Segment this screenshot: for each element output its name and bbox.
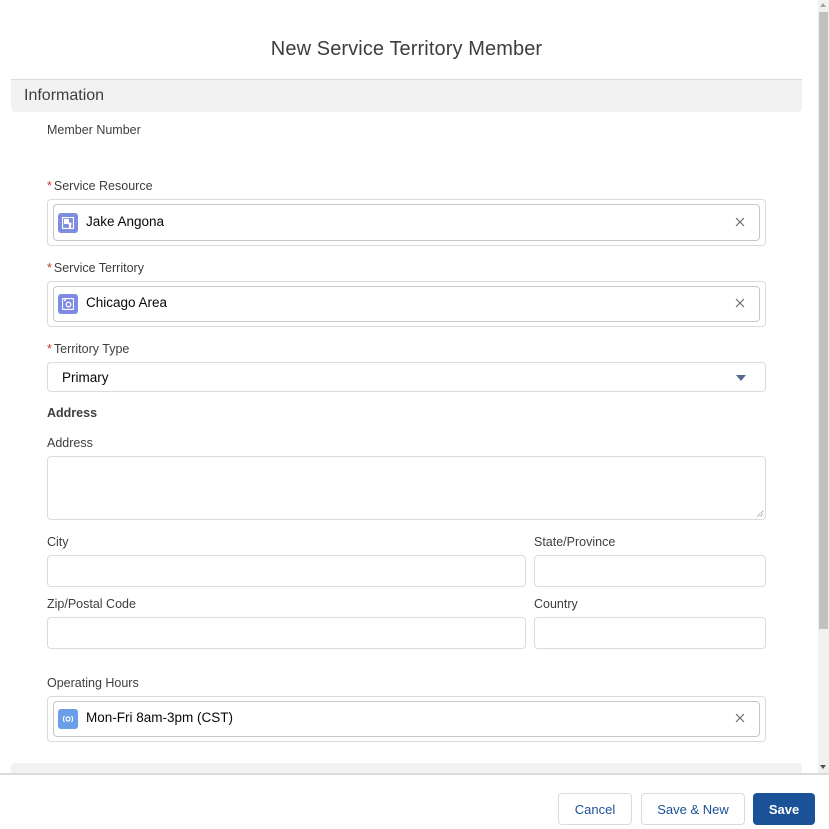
- cancel-button[interactable]: Cancel: [558, 793, 632, 825]
- operating-hours-pill[interactable]: Mon-Fri 8am-3pm (CST): [53, 701, 760, 737]
- service-resource-label: * Service Resource: [47, 179, 153, 193]
- service-territory-pill[interactable]: Chicago Area: [53, 286, 760, 322]
- state-label: State/Province: [534, 535, 616, 549]
- modal-footer: Cancel Save & New Save: [0, 773, 829, 829]
- service-resource-value: Jake Angona: [86, 214, 165, 229]
- service-territory-value: Chicago Area: [86, 295, 168, 310]
- zip-label: Zip/Postal Code: [47, 597, 136, 611]
- resize-handle-icon[interactable]: [754, 508, 764, 518]
- scrollbar-thumb[interactable]: [819, 12, 828, 629]
- scroll-up-arrow-icon[interactable]: [820, 3, 826, 7]
- service-resource-lookup[interactable]: Jake Angona: [47, 199, 766, 246]
- operating-hours-label: Operating Hours: [47, 676, 139, 690]
- required-marker: *: [47, 179, 52, 193]
- service-territory-lookup[interactable]: Chicago Area: [47, 281, 766, 327]
- city-input[interactable]: [47, 555, 526, 587]
- service-territory-label: * Service Territory: [47, 261, 144, 275]
- clear-service-resource-icon[interactable]: [731, 213, 749, 231]
- label-text: Service Territory: [53, 261, 144, 275]
- address-group-label: Address: [47, 406, 98, 420]
- save-button[interactable]: Save: [753, 793, 815, 825]
- country-input[interactable]: [534, 617, 766, 649]
- state-input[interactable]: [534, 555, 766, 587]
- section-header-information[interactable]: Information: [11, 80, 802, 112]
- scroll-down-arrow-icon[interactable]: [820, 765, 826, 769]
- section-header-next[interactable]: [11, 763, 802, 773]
- operating-hours-lookup[interactable]: Mon-Fri 8am-3pm (CST): [47, 696, 766, 742]
- modal-body: New Service Territory Member Information…: [0, 0, 818, 773]
- service-resource-pill[interactable]: Jake Angona: [53, 204, 760, 241]
- label-text: Service Resource: [53, 179, 153, 193]
- service-territory-icon: [58, 294, 78, 314]
- operating-hours-icon: [58, 709, 78, 729]
- chevron-down-icon[interactable]: [736, 375, 746, 381]
- clear-operating-hours-icon[interactable]: [731, 709, 749, 727]
- territory-type-value: Primary: [62, 370, 109, 385]
- clear-service-territory-icon[interactable]: [731, 294, 749, 312]
- required-marker: *: [47, 342, 52, 356]
- modal-title: New Service Territory Member: [270, 38, 543, 60]
- member-number-label: Member Number: [47, 123, 141, 137]
- section-title: Information: [24, 87, 105, 104]
- territory-type-select[interactable]: Primary: [47, 362, 766, 392]
- city-label: City: [47, 535, 69, 549]
- operating-hours-value: Mon-Fri 8am-3pm (CST): [86, 710, 234, 725]
- country-label: Country: [534, 597, 578, 611]
- service-resource-icon: [58, 213, 78, 233]
- required-marker: *: [47, 261, 52, 275]
- label-text: Territory Type: [53, 342, 130, 356]
- vertical-scrollbar[interactable]: [818, 0, 829, 773]
- address-label: Address: [47, 436, 93, 450]
- territory-type-label: * Territory Type: [47, 342, 129, 356]
- save-and-new-button[interactable]: Save & New: [641, 793, 745, 825]
- address-textarea[interactable]: [47, 456, 766, 520]
- zip-input[interactable]: [47, 617, 526, 649]
